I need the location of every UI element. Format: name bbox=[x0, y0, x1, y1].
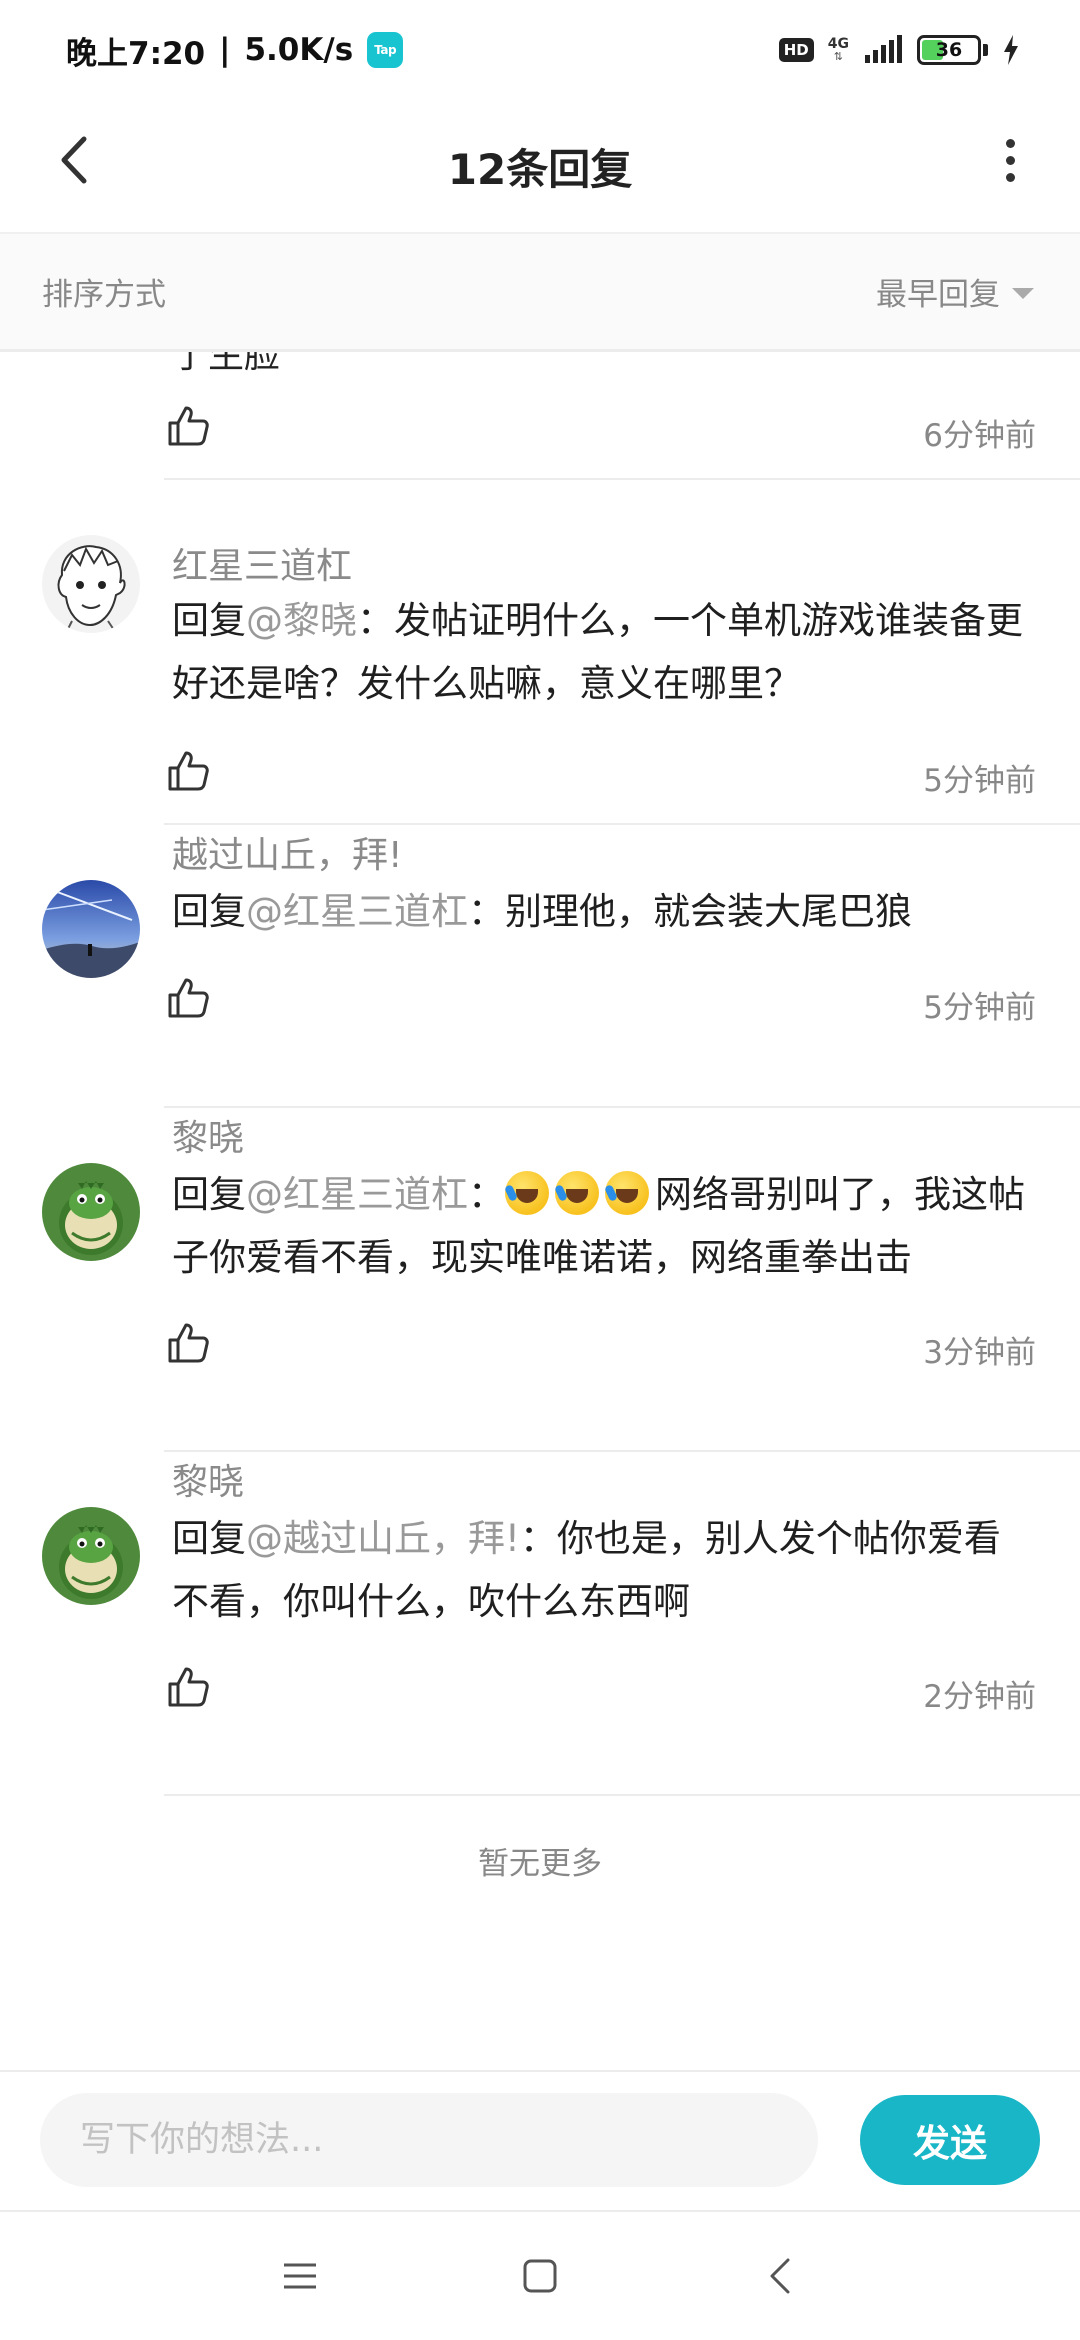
page-title: 12条回复 bbox=[447, 144, 633, 194]
status-right: HD 4G ⇅ 36 bbox=[778, 35, 1020, 65]
more-options-button[interactable] bbox=[980, 130, 1040, 190]
avatar[interactable] bbox=[42, 535, 140, 633]
reply-time: 5分钟前 bbox=[923, 990, 1036, 1026]
divider bbox=[164, 823, 1080, 825]
battery-group: 36 bbox=[917, 35, 988, 65]
mention-link[interactable]: @红星三道杠 bbox=[246, 890, 468, 933]
reply-prefix: 回复 bbox=[172, 890, 246, 933]
user-avatar-image bbox=[42, 535, 140, 633]
comment-composer: 发送 bbox=[0, 2070, 1080, 2208]
divider bbox=[164, 1794, 1080, 1796]
charging-icon bbox=[1004, 35, 1018, 65]
avatar[interactable] bbox=[42, 1163, 140, 1261]
thumbs-up-icon[interactable] bbox=[166, 749, 210, 793]
status-time: 晚上7:20 bbox=[66, 35, 206, 72]
user-avatar-image bbox=[42, 1163, 140, 1261]
network-indicator: 4G ⇅ bbox=[828, 37, 849, 63]
reply-colon: ： bbox=[468, 1173, 505, 1216]
reply-prefix: 回复 bbox=[172, 599, 246, 642]
reply-content: 回复@越过山丘，拜!：你也是，别人发个帖你爱看不看，你叫什么，吹什么东西啊 bbox=[172, 1507, 1032, 1633]
partial-reply-content: 了生脸 bbox=[172, 352, 281, 376]
thumbs-up-icon[interactable] bbox=[166, 1321, 210, 1365]
reply-author[interactable]: 红星三道杠 bbox=[172, 537, 352, 589]
network-type: 4G bbox=[827, 36, 849, 52]
reply-time: 6分钟前 bbox=[923, 418, 1036, 454]
menu-icon bbox=[284, 2263, 316, 2289]
home-square-icon bbox=[523, 2259, 557, 2293]
back-button[interactable] bbox=[44, 130, 104, 190]
reply-time: 5分钟前 bbox=[923, 763, 1036, 799]
reply-text: ：别理他，就会装大尾巴狼 bbox=[468, 890, 912, 933]
reply-list[interactable]: 了生脸 6分钟前 红星三道杠 回复@黎晓：发帖证明什么，一个单机游戏谁装备更好还… bbox=[0, 352, 1080, 2070]
status-separator: | bbox=[219, 32, 231, 68]
sort-bar: 排序方式 最早回复 bbox=[0, 234, 1080, 352]
thumbs-up-icon[interactable] bbox=[166, 976, 210, 1020]
status-speed: 5.0K/s bbox=[244, 32, 354, 68]
divider bbox=[164, 1106, 1080, 1108]
back-arrow-icon bbox=[770, 2258, 790, 2294]
caret-down-icon bbox=[1012, 288, 1034, 299]
more-dot-icon bbox=[1005, 138, 1015, 148]
thumbs-up-icon[interactable] bbox=[166, 404, 210, 448]
reply-time: 3分钟前 bbox=[923, 1335, 1036, 1371]
user-avatar-image bbox=[42, 880, 140, 978]
mention-link[interactable]: @红星三道杠 bbox=[246, 1173, 468, 1216]
more-dot-icon bbox=[1005, 172, 1015, 182]
sort-label: 排序方式 bbox=[42, 277, 166, 313]
avatar[interactable] bbox=[42, 1507, 140, 1605]
home-button[interactable] bbox=[510, 2246, 570, 2306]
more-dot-icon bbox=[1005, 155, 1015, 165]
laughing-tears-emoji-icon bbox=[505, 1171, 549, 1215]
sort-dropdown[interactable]: 最早回复 bbox=[876, 269, 1034, 314]
user-avatar-image bbox=[42, 1507, 140, 1605]
reply-author[interactable]: 黎晓 bbox=[172, 1109, 244, 1161]
tap-app-icon: Tap bbox=[367, 32, 404, 68]
battery-icon: 36 bbox=[917, 35, 981, 65]
divider bbox=[164, 478, 1080, 480]
system-back-button[interactable] bbox=[750, 2246, 810, 2306]
chevron-left-icon bbox=[61, 136, 87, 184]
avatar[interactable] bbox=[42, 880, 140, 978]
divider bbox=[164, 1450, 1080, 1452]
menu-button[interactable] bbox=[270, 2246, 330, 2306]
reply-content: 回复@黎晓：发帖证明什么，一个单机游戏谁装备更好还是啥？发什么贴嘛，意义在哪里？ bbox=[172, 589, 1032, 715]
signal-icon bbox=[865, 35, 902, 63]
battery-cap bbox=[983, 44, 988, 56]
status-bar: 晚上7:20 | 5.0K/s Tap HD 4G ⇅ 36 bbox=[0, 0, 1080, 100]
sort-value: 最早回复 bbox=[876, 277, 1000, 313]
status-left: 晚上7:20 | 5.0K/s Tap bbox=[66, 28, 404, 73]
reply-prefix: 回复 bbox=[172, 1517, 246, 1560]
hd-icon: HD bbox=[778, 38, 814, 62]
thumbs-up-icon[interactable] bbox=[166, 1665, 210, 1709]
laughing-tears-emoji-icon bbox=[605, 1171, 649, 1215]
data-arrows-icon: ⇅ bbox=[833, 50, 843, 63]
reply-prefix: 回复 bbox=[172, 1173, 246, 1216]
system-nav-bar bbox=[0, 2210, 1080, 2340]
laughing-tears-emoji-icon bbox=[555, 1171, 599, 1215]
nav-bar: 12条回复 bbox=[0, 100, 1080, 234]
reply-author[interactable]: 越过山丘，拜! bbox=[172, 826, 402, 878]
mention-link[interactable]: @越过山丘，拜! bbox=[246, 1517, 520, 1560]
mention-link[interactable]: @黎晓 bbox=[246, 599, 357, 642]
comment-input[interactable] bbox=[40, 2093, 818, 2187]
send-button[interactable]: 发送 bbox=[860, 2095, 1040, 2185]
reply-content: 回复@红星三道杠： 网络哥别叫了，我这帖子你爱看不看，现实唯唯诺诺，网络重拳出击 bbox=[172, 1163, 1032, 1289]
battery-percent: 36 bbox=[935, 39, 963, 61]
reply-time: 2分钟前 bbox=[923, 1679, 1036, 1715]
no-more-label: 暂无更多 bbox=[478, 1846, 602, 1882]
reply-author[interactable]: 黎晓 bbox=[172, 1453, 244, 1505]
reply-content: 回复@红星三道杠：别理他，就会装大尾巴狼 bbox=[172, 880, 1032, 943]
